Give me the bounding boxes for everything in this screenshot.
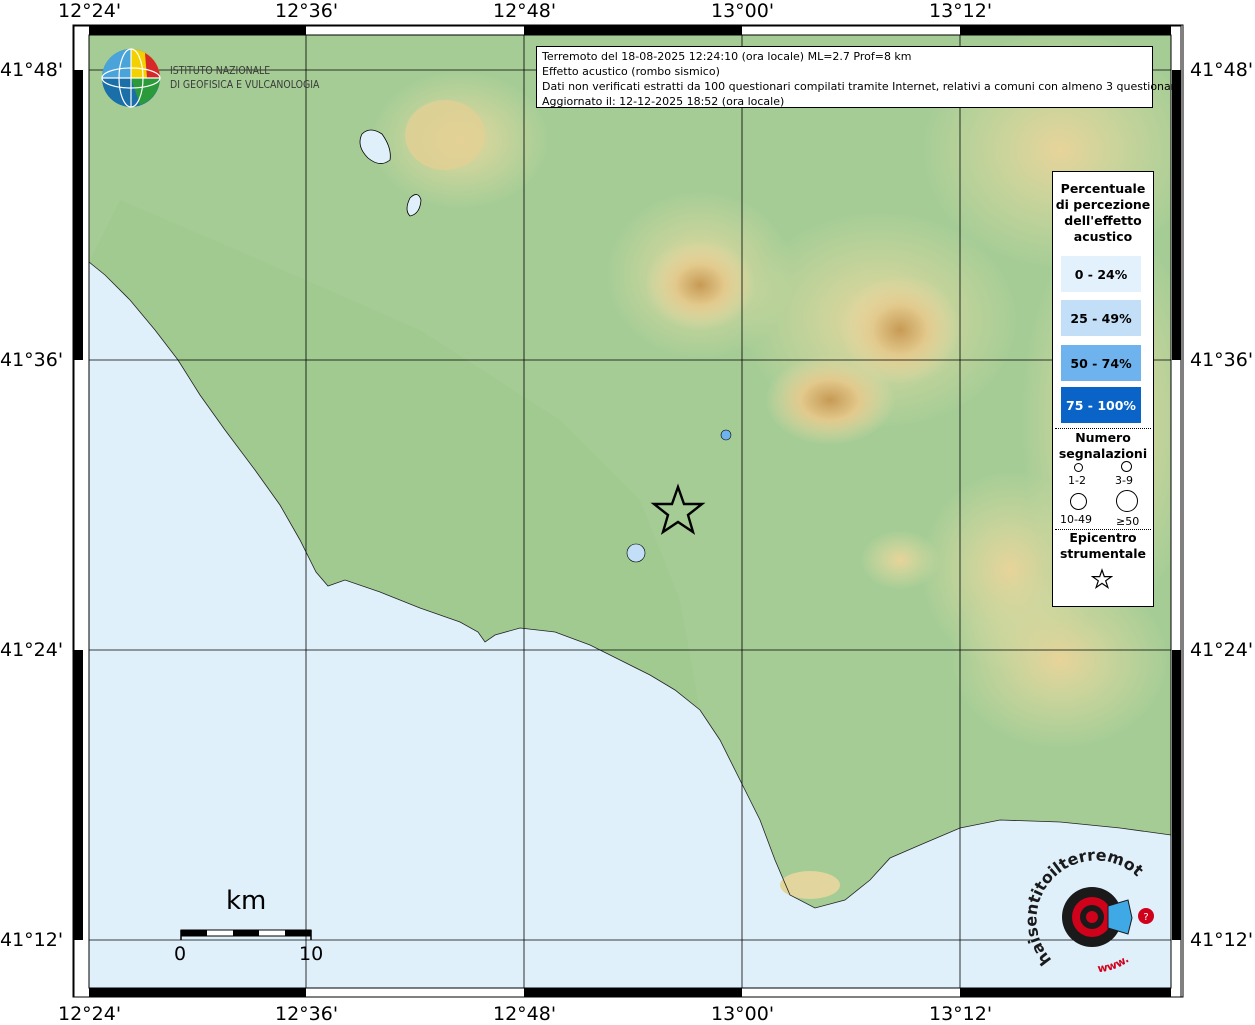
lon-tick-bottom-3: 12°48' [493, 1003, 557, 1025]
lon-tick-bottom-4: 13°00' [711, 1003, 775, 1025]
lat-tick-left-2: 41°36' [0, 349, 64, 371]
count-label-2: 3-9 [1115, 474, 1133, 487]
svg-text:?: ? [1143, 912, 1148, 923]
count-symbol-large [1070, 493, 1087, 510]
event-info-line-2: Effetto acustico (rombo sismico) [542, 65, 720, 78]
count-label-3: 10-49 [1060, 513, 1092, 526]
lat-tick-left-3: 41°24' [0, 639, 64, 661]
lat-tick-right-1: 41°48' [1190, 59, 1254, 81]
ingv-line-1: ISTITUTO NAZIONALE [170, 64, 271, 77]
lon-tick-bottom-5: 13°12' [929, 1003, 993, 1025]
count-symbol-small [1074, 463, 1083, 472]
legend-swatch-4: 75 - 100% [1061, 387, 1141, 423]
ingv-logo-icon [101, 48, 161, 108]
epicenter-title-line: strumentale [1059, 546, 1147, 561]
legend-title-line: Percentuale [1060, 181, 1146, 196]
count-label-4: ≥50 [1116, 515, 1140, 528]
lon-tick-top-3: 12°48' [493, 0, 557, 22]
epicenter-legend-star-icon [1091, 568, 1113, 590]
observation-point-2 [626, 543, 646, 563]
legend-title-line: dell'effetto [1064, 213, 1142, 228]
observation-point-1 [720, 429, 732, 441]
count-label-1: 1-2 [1068, 474, 1086, 487]
lon-tick-top-5: 13°12' [929, 0, 993, 22]
scale-unit: km [226, 886, 267, 916]
count-title-line: segnalazioni [1058, 446, 1148, 461]
scale-start: 0 [174, 943, 187, 965]
event-info-line-3: Dati non verificati estratti da 100 ques… [542, 80, 1182, 93]
lon-tick-top-1: 12°24' [58, 0, 122, 22]
count-title: Numero segnalazioni [1053, 430, 1153, 462]
lon-tick-top-2: 12°36' [275, 0, 339, 22]
ingv-line-2: DI GEOFISICA E VULCANOLOGIA [170, 78, 320, 91]
lat-tick-left-1: 41°48' [0, 59, 64, 81]
lon-tick-bottom-1: 12°24' [58, 1003, 122, 1025]
event-info-box: Terremoto del 18-08-2025 12:24:10 (ora l… [536, 46, 1182, 108]
ingv-logo-text: ISTITUTO NAZIONALE DI GEOFISICA E VULCAN… [170, 64, 319, 92]
lon-tick-top-4: 13°00' [711, 0, 775, 22]
lat-tick-right-3: 41°24' [1190, 639, 1254, 661]
legend-swatch-2: 25 - 49% [1061, 300, 1141, 336]
epicenter-title: Epicentro strumentale [1053, 530, 1153, 562]
legend-title: Percentuale di percezione dell'effetto a… [1053, 181, 1153, 245]
count-symbol-xlarge [1116, 490, 1138, 512]
event-info-line-1: Terremoto del 18-08-2025 12:24:10 (ora l… [542, 50, 912, 63]
legend-swatch-3: 50 - 74% [1061, 345, 1141, 381]
event-info-line-4: Aggiornato il: 12-12-2025 18:52 (ora loc… [542, 95, 785, 108]
legend-panel: Percentuale di percezione dell'effetto a… [1052, 171, 1154, 607]
scale-end: 10 [299, 943, 324, 965]
count-title-line: Numero [1075, 430, 1131, 445]
legend-title-line: di percezione [1055, 197, 1151, 212]
legend-swatch-1: 0 - 24% [1061, 256, 1141, 292]
count-symbol-medium [1121, 461, 1132, 472]
lat-tick-right-4: 41°12' [1190, 929, 1254, 951]
lat-tick-left-4: 41°12' [0, 929, 64, 951]
epicenter-title-line: Epicentro [1069, 530, 1137, 545]
lon-tick-bottom-2: 12°36' [275, 1003, 339, 1025]
lat-tick-right-2: 41°36' [1190, 349, 1254, 371]
legend-title-line: acustico [1073, 229, 1133, 244]
